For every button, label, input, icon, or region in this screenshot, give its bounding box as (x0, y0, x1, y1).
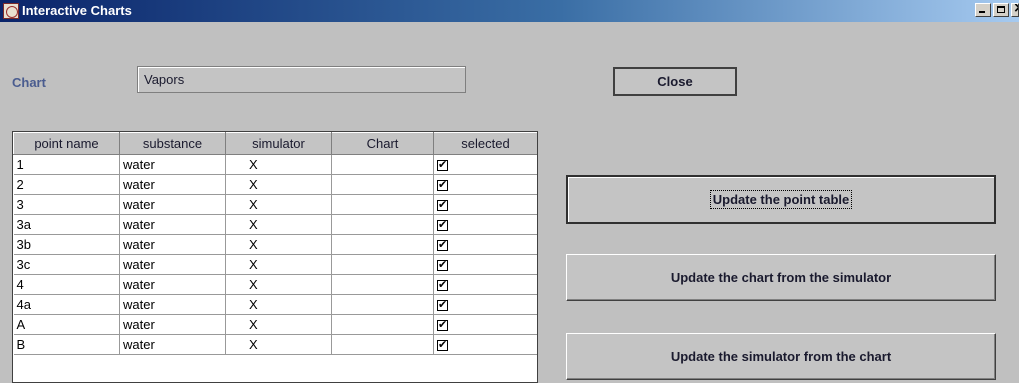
cell-selected[interactable] (433, 154, 537, 175)
table-row[interactable]: 4a water X (13, 294, 537, 315)
point-table[interactable]: point name substance simulator Chart sel… (12, 131, 538, 383)
cell-point-name[interactable]: 1 (13, 154, 120, 175)
cell-chart[interactable] (331, 154, 434, 175)
cell-point-name[interactable]: B (13, 334, 120, 355)
column-header-simulator[interactable]: simulator (225, 132, 332, 155)
table-row[interactable]: 1 water X (13, 154, 537, 175)
cell-substance[interactable]: water (119, 254, 226, 275)
window-title: Interactive Charts (22, 3, 132, 18)
cell-point-name[interactable]: 4 (13, 274, 120, 295)
cell-chart[interactable] (331, 214, 434, 235)
table-row[interactable]: 4 water X (13, 274, 537, 295)
cell-selected[interactable] (433, 194, 537, 215)
cell-substance[interactable]: water (119, 314, 226, 335)
window-controls (973, 3, 1019, 19)
cell-substance[interactable]: water (119, 154, 226, 175)
cell-selected[interactable] (433, 214, 537, 235)
cell-point-name[interactable]: 2 (13, 174, 120, 195)
table-body: 1waterX2waterX3waterX3awaterX3bwaterX3cw… (13, 154, 537, 355)
cell-substance[interactable]: water (119, 214, 226, 235)
cell-simulator[interactable]: X (225, 294, 332, 315)
update-simulator-from-chart-button[interactable]: Update the simulator from the chart (566, 333, 996, 380)
cell-chart[interactable] (331, 274, 434, 295)
checkbox-checked-icon[interactable] (437, 158, 448, 172)
cell-chart[interactable] (331, 194, 434, 215)
cell-point-name[interactable]: 3c (13, 254, 120, 275)
cell-point-name[interactable]: 3b (13, 234, 120, 255)
cell-simulator[interactable]: X (225, 214, 332, 235)
cell-simulator[interactable]: X (225, 174, 332, 195)
checkbox-checked-icon[interactable] (437, 218, 448, 232)
table-row[interactable]: 3a water X (13, 214, 537, 235)
cell-simulator[interactable]: X (225, 314, 332, 335)
checkbox-checked-icon[interactable] (437, 298, 448, 312)
chart-label: Chart (12, 75, 46, 90)
cell-selected[interactable] (433, 334, 537, 355)
column-header-substance[interactable]: substance (119, 132, 226, 155)
cell-simulator[interactable]: X (225, 254, 332, 275)
cell-simulator[interactable]: X (225, 334, 332, 355)
cell-point-name[interactable]: A (13, 314, 120, 335)
update-chart-from-simulator-button[interactable]: Update the chart from the simulator (566, 254, 996, 301)
close-button[interactable]: Close (613, 67, 737, 96)
table-row[interactable]: 3c water X (13, 254, 537, 275)
cell-substance[interactable]: water (119, 274, 226, 295)
cell-substance[interactable]: water (119, 174, 226, 195)
checkbox-checked-icon[interactable] (437, 338, 448, 352)
cell-selected[interactable] (433, 234, 537, 255)
cell-simulator[interactable]: X (225, 234, 332, 255)
cell-chart[interactable] (331, 334, 434, 355)
update-point-table-label: Update the point table (709, 190, 853, 209)
cell-simulator[interactable]: X (225, 274, 332, 295)
title-bar[interactable]: Interactive Charts (0, 0, 1019, 22)
cell-chart[interactable] (331, 314, 434, 335)
cell-simulator[interactable]: X (225, 194, 332, 215)
minimize-icon[interactable] (975, 3, 991, 17)
cell-substance[interactable]: water (119, 194, 226, 215)
checkbox-checked-icon[interactable] (437, 238, 448, 252)
cell-substance[interactable]: water (119, 334, 226, 355)
cell-chart[interactable] (331, 234, 434, 255)
column-header-selected[interactable]: selected (433, 132, 537, 155)
maximize-icon[interactable] (993, 3, 1009, 17)
cell-selected[interactable] (433, 274, 537, 295)
cell-selected[interactable] (433, 254, 537, 275)
close-icon[interactable] (1011, 3, 1019, 17)
cell-point-name[interactable]: 3 (13, 194, 120, 215)
checkbox-checked-icon[interactable] (437, 258, 448, 272)
cell-point-name[interactable]: 4a (13, 294, 120, 315)
cell-chart[interactable] (331, 174, 434, 195)
cell-selected[interactable] (433, 174, 537, 195)
column-header-point-name[interactable]: point name (13, 132, 120, 155)
cell-substance[interactable]: water (119, 234, 226, 255)
cell-substance[interactable]: water (119, 294, 226, 315)
table-row[interactable]: 3b water X (13, 234, 537, 255)
table-row[interactable]: Bwater X (13, 334, 537, 355)
checkbox-checked-icon[interactable] (437, 178, 448, 192)
checkbox-checked-icon[interactable] (437, 198, 448, 212)
cell-selected[interactable] (433, 314, 537, 335)
checkbox-checked-icon[interactable] (437, 278, 448, 292)
table-header-row: point name substance simulator Chart sel… (13, 132, 537, 155)
cell-selected[interactable] (433, 294, 537, 315)
java-cup-icon[interactable] (3, 3, 19, 19)
cell-chart[interactable] (331, 294, 434, 315)
chart-name-field[interactable]: Vapors (137, 66, 466, 93)
table-row[interactable]: 2 water X (13, 174, 537, 195)
cell-point-name[interactable]: 3a (13, 214, 120, 235)
table-row[interactable]: Awater X (13, 314, 537, 335)
table-row[interactable]: 3 water X (13, 194, 537, 215)
column-header-chart[interactable]: Chart (331, 132, 434, 155)
cell-simulator[interactable]: X (225, 154, 332, 175)
update-point-table-button[interactable]: Update the point table (566, 175, 996, 224)
cell-chart[interactable] (331, 254, 434, 275)
checkbox-checked-icon[interactable] (437, 318, 448, 332)
